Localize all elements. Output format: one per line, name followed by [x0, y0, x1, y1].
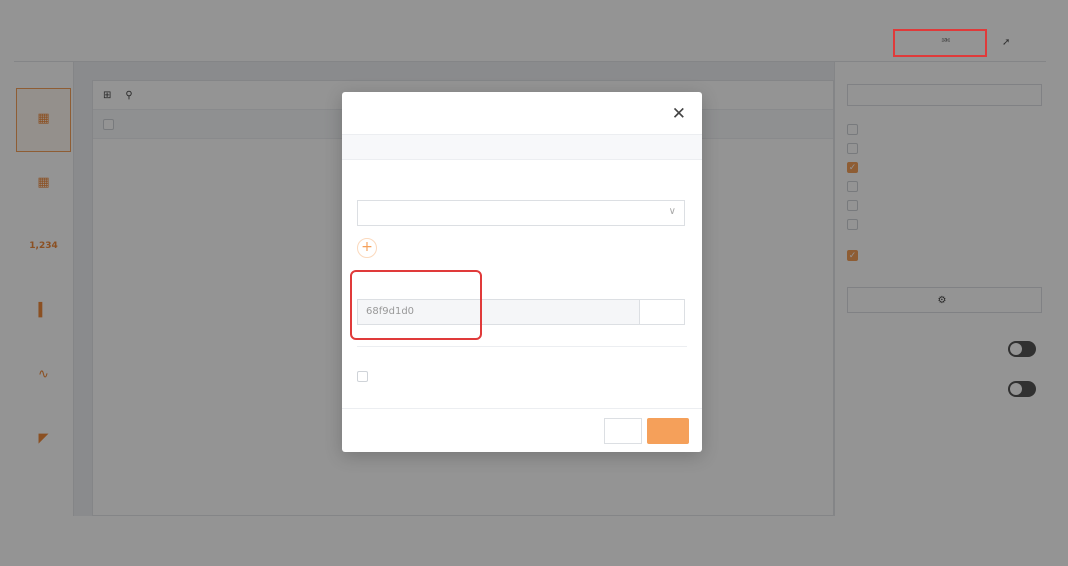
divider	[357, 346, 687, 347]
confirm-button[interactable]	[647, 418, 689, 444]
password-access-option[interactable]	[357, 371, 374, 382]
cancel-button[interactable]	[604, 418, 642, 444]
password-access-checkbox[interactable]	[357, 371, 368, 382]
copy-button[interactable]	[639, 299, 685, 325]
annotation-box-report-id	[350, 270, 482, 340]
visibility-select[interactable]: ∨	[357, 200, 685, 226]
chevron-down-icon: ∨	[668, 206, 676, 217]
dialog-footer	[342, 408, 702, 452]
add-member-button[interactable]: +	[357, 238, 377, 258]
dialog-tip	[342, 134, 702, 160]
annotation-box-permission	[893, 29, 987, 57]
close-icon[interactable]: ✕	[672, 104, 686, 124]
